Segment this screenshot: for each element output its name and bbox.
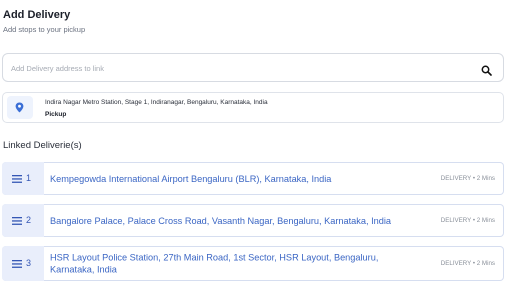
drag-handle[interactable]: 2: [2, 204, 44, 237]
delivery-row[interactable]: 1 Kempegowda International Airport Benga…: [2, 162, 504, 195]
page-title: Add Delivery: [3, 9, 71, 21]
pickup-pin-box: [7, 96, 33, 119]
search-input[interactable]: [11, 61, 451, 75]
delivery-row[interactable]: 2 Bangalore Palace, Palace Cross Road, V…: [2, 204, 504, 237]
search-box[interactable]: [2, 53, 504, 82]
linked-deliveries-title: Linked Deliverie(s): [3, 140, 82, 151]
delivery-address[interactable]: HSR Layout Police Station, 27th Main Roa…: [50, 251, 420, 276]
pickup-label: Pickup: [45, 111, 67, 118]
drag-handle-icon[interactable]: [12, 259, 22, 268]
drag-handle[interactable]: 3: [2, 246, 44, 281]
search-icon[interactable]: [481, 63, 492, 76]
map-pin-icon: [15, 102, 24, 113]
drag-handle-icon[interactable]: [12, 174, 22, 183]
delivery-address[interactable]: Kempegowda International Airport Bengalu…: [50, 172, 432, 185]
delivery-number: 1: [26, 172, 32, 183]
pickup-card: Indira Nagar Metro Station, Stage 1, Ind…: [2, 92, 504, 123]
delivery-meta: DELIVERY • 2 Mins: [440, 259, 495, 267]
delivery-row[interactable]: 3 HSR Layout Police Station, 27th Main R…: [2, 246, 504, 281]
page-subtitle: Add stops to your pickup: [3, 25, 86, 34]
delivery-number: 3: [26, 257, 32, 268]
drag-handle[interactable]: 1: [2, 162, 44, 195]
delivery-meta: DELIVERY • 2 Mins: [440, 174, 495, 182]
delivery-number: 2: [26, 214, 32, 225]
delivery-address[interactable]: Bangalore Palace, Palace Cross Road, Vas…: [50, 214, 440, 227]
delivery-meta: DELIVERY • 2 Mins: [440, 216, 495, 224]
pickup-address: Indira Nagar Metro Station, Stage 1, Ind…: [45, 99, 268, 106]
drag-handle-icon[interactable]: [12, 216, 22, 225]
